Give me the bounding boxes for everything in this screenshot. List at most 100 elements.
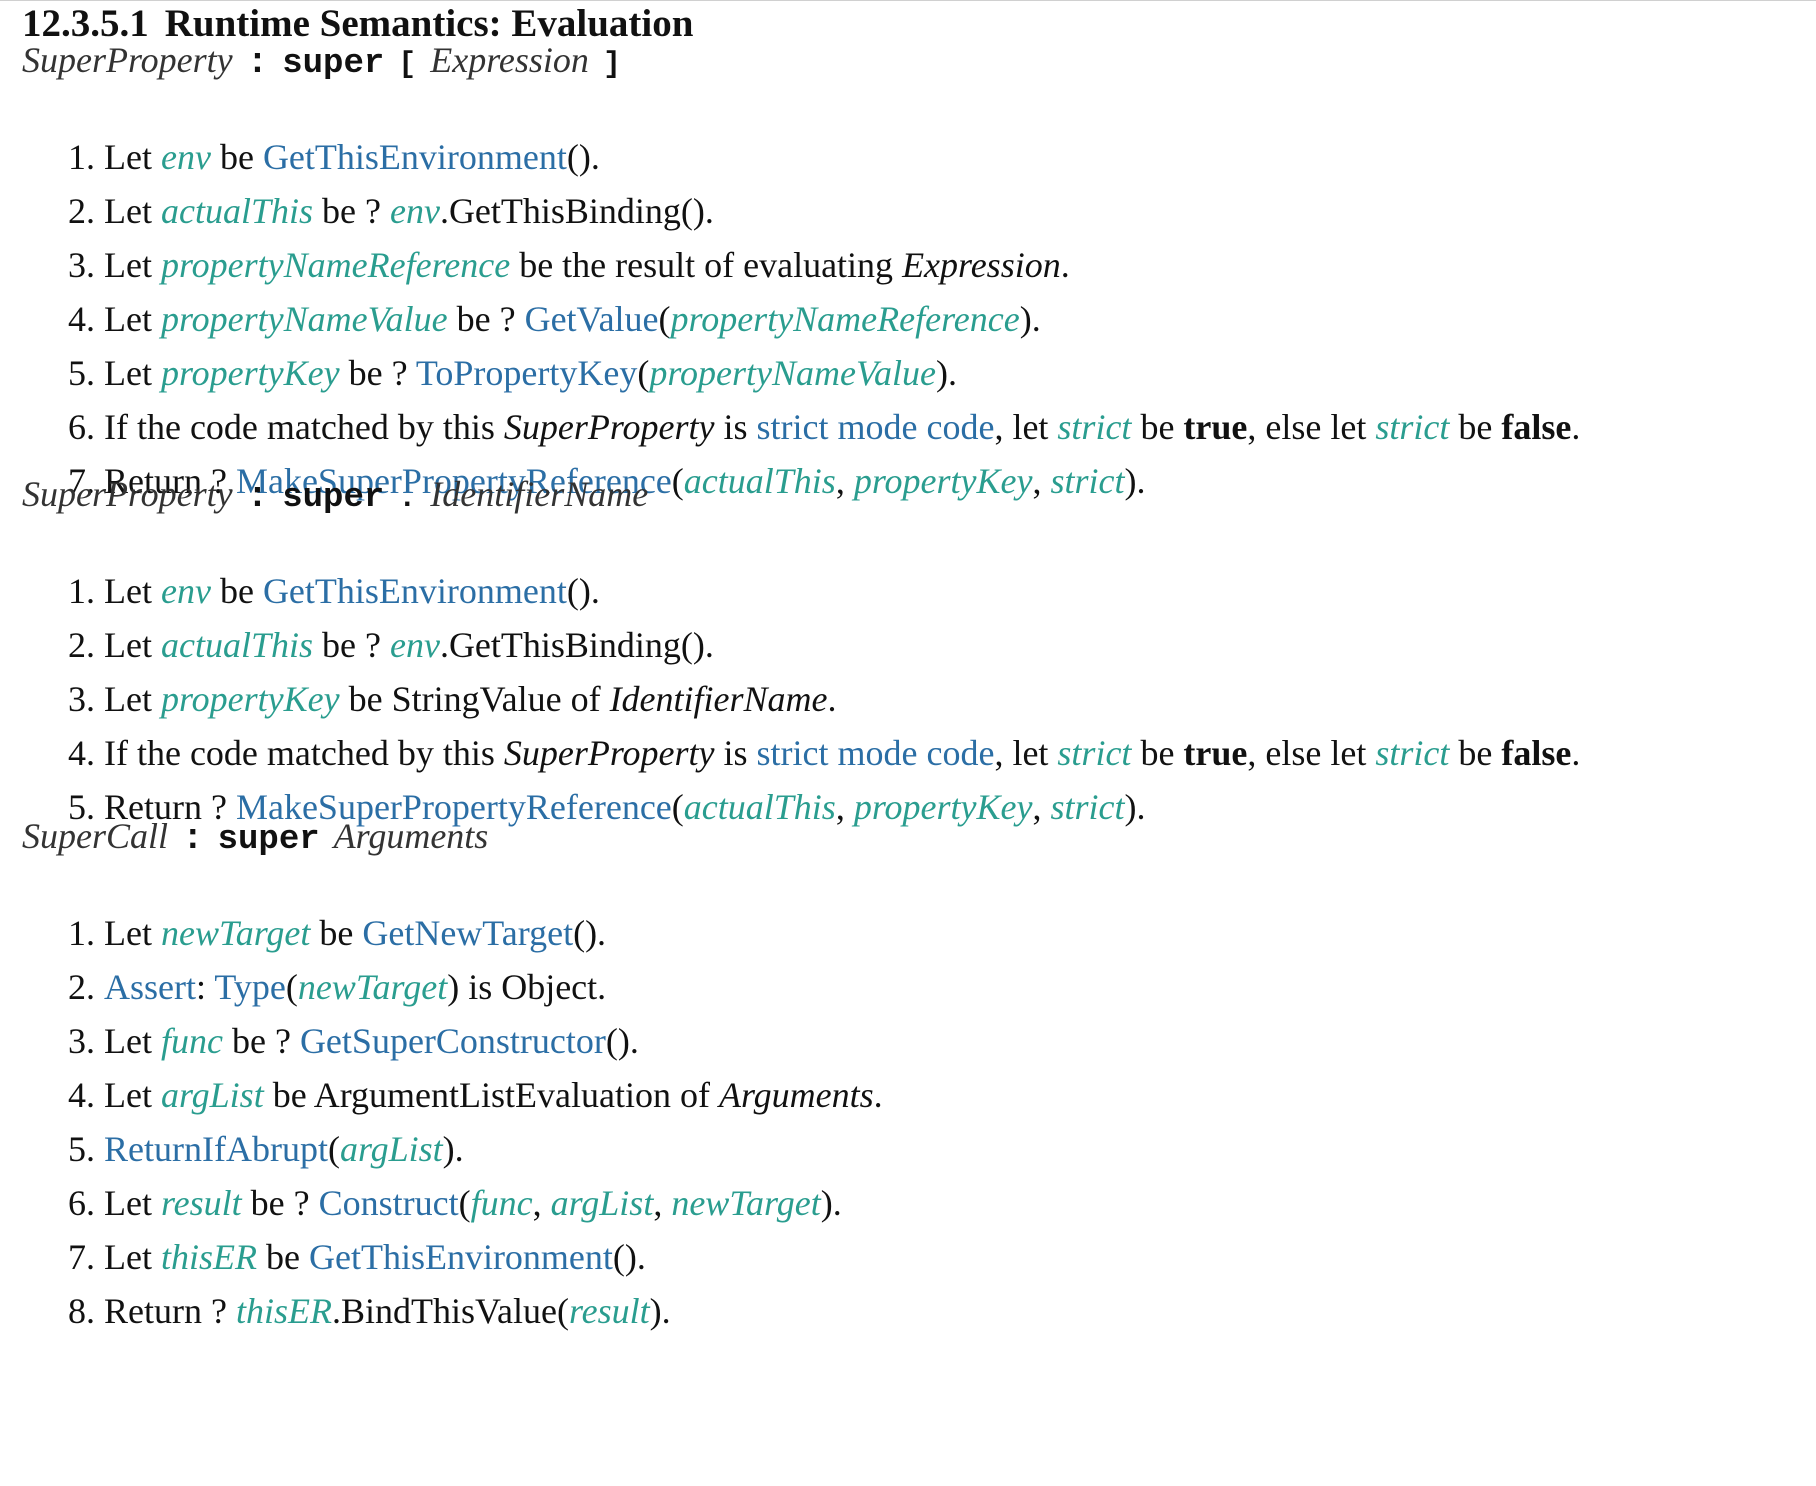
spec-link[interactable]: ReturnIfAbrupt	[104, 1129, 328, 1169]
step-text: :	[196, 967, 215, 1007]
step-body: Let actualThis be ? env.GetThisBinding()…	[104, 184, 714, 238]
step-text: be	[310, 913, 363, 953]
nonterminal-ref: SuperProperty	[503, 733, 715, 773]
algorithm-step: 3. Let propertyKey be StringValue of Iden…	[22, 672, 837, 726]
production-keyword: super	[282, 479, 385, 517]
step-body: Let propertyKey be StringValue of Identi…	[104, 672, 837, 726]
production-argument: Expression	[430, 40, 589, 80]
step-number: 2.	[68, 967, 95, 1007]
step-number: 2.	[68, 191, 95, 231]
spec-link[interactable]: Assert	[104, 967, 196, 1007]
spec-link[interactable]: GetThisEnvironment	[263, 137, 567, 177]
step-text: ).	[1124, 787, 1146, 827]
spec-link[interactable]: GetThisEnvironment	[263, 571, 567, 611]
step-text: , let	[994, 407, 1058, 447]
algorithm-steps: 1. Let env be GetThisEnvironment(). 2. Let …	[22, 564, 1580, 834]
step-body: Let func be ? GetSuperConstructor().	[104, 1014, 639, 1068]
variable: env	[389, 191, 440, 231]
variable: argList	[160, 1075, 264, 1115]
variable: propertyKey	[853, 461, 1033, 501]
step-text: .	[827, 679, 837, 719]
variable: newTarget	[297, 967, 448, 1007]
step-number: 3.	[68, 245, 95, 285]
variable: actualThis	[160, 625, 313, 665]
step-text: .	[873, 1075, 883, 1115]
algorithm-step: 5. Let propertyKey be ? ToPropertyKey(pro…	[22, 346, 957, 400]
production-header: SuperProperty: super. IdentifierName	[22, 472, 648, 521]
variable: argList	[550, 1183, 654, 1223]
step-text: ().	[612, 1237, 646, 1277]
step-text: Let	[104, 1183, 161, 1223]
step-text: ,	[835, 787, 854, 827]
step-text: Return ?	[104, 1291, 236, 1331]
step-text: be	[210, 571, 263, 611]
production-keyword: super	[217, 821, 320, 859]
literal-value: false	[1501, 407, 1572, 447]
step-text: Let	[104, 137, 161, 177]
variable: strict	[1057, 407, 1132, 447]
algorithm-step: 2. Assert: Type(newTarget) is Object.	[22, 960, 606, 1014]
variable: result	[568, 1291, 650, 1331]
step-text: ).	[935, 353, 957, 393]
step-body: Let propertyKey be ? ToPropertyKey(prope…	[104, 346, 957, 400]
step-text: be ?	[339, 353, 416, 393]
step-text: ,	[532, 1183, 551, 1223]
step-body: Assert: Type(newTarget) is Object.	[104, 960, 606, 1014]
algorithm-step: 7. Let thisER be GetThisEnvironment().	[22, 1230, 646, 1284]
step-body: Let thisER be GetThisEnvironment().	[104, 1230, 646, 1284]
spec-link[interactable]: GetSuperConstructor	[300, 1021, 606, 1061]
spec-link[interactable]: strict mode code	[757, 733, 995, 773]
spec-link[interactable]: Type	[214, 967, 285, 1007]
step-body: Let env be GetThisEnvironment().	[104, 130, 600, 184]
step-text: ).	[649, 1291, 671, 1331]
spec-link[interactable]: ToPropertyKey	[416, 353, 637, 393]
step-text: Let	[104, 1021, 161, 1061]
step-body: If the code matched by this SuperPropert…	[104, 726, 1580, 780]
algorithm-step: 1. Let env be GetThisEnvironment().	[22, 564, 600, 618]
step-number: 1.	[68, 137, 95, 177]
algorithm-step: 4. If the code matched by this SuperPrope…	[22, 726, 1580, 780]
step-text: ).	[1019, 299, 1041, 339]
step-text: be ?	[447, 299, 525, 339]
step-text: be ArgumentListEvaluation of	[263, 1075, 719, 1115]
step-text: ,	[653, 1183, 672, 1223]
step-text: ) is Object.	[447, 967, 607, 1007]
step-text: .	[1571, 407, 1581, 447]
spec-link[interactable]: Construct	[319, 1183, 459, 1223]
variable: strict	[1050, 461, 1125, 501]
variable: strict	[1375, 733, 1450, 773]
nonterminal-ref: SuperProperty	[503, 407, 715, 447]
step-text: (	[658, 299, 671, 339]
literal-value: false	[1501, 733, 1572, 773]
step-number: 5.	[68, 353, 95, 393]
spec-link[interactable]: strict mode code	[757, 407, 995, 447]
spec-link[interactable]: GetValue	[525, 299, 659, 339]
step-text: be	[1131, 407, 1184, 447]
step-body: Let env be GetThisEnvironment().	[104, 564, 600, 618]
variable: func	[160, 1021, 223, 1061]
step-text: (	[671, 787, 684, 827]
step-text: Let	[104, 353, 161, 393]
variable: strict	[1050, 787, 1125, 827]
step-text: .	[1060, 245, 1070, 285]
step-number: 3.	[68, 679, 95, 719]
step-text: be ?	[241, 1183, 319, 1223]
spec-link[interactable]: GetThisEnvironment	[309, 1237, 613, 1277]
literal-value: true	[1183, 733, 1248, 773]
variable: propertyKey	[853, 787, 1033, 827]
spec-link[interactable]: GetNewTarget	[362, 913, 573, 953]
nonterminal-ref: Arguments	[718, 1075, 874, 1115]
step-number: 7.	[68, 1237, 95, 1277]
step-text: ,	[835, 461, 854, 501]
production-argument: IdentifierName	[430, 474, 649, 514]
production-argument: Arguments	[333, 816, 489, 856]
algorithm-step: 8. Return ? thisER.BindThisValue(result).	[22, 1284, 671, 1338]
step-text: be	[1131, 733, 1184, 773]
production-punct-open: [	[398, 48, 417, 82]
step-text: .	[1571, 733, 1581, 773]
algorithm-step: 5. ReturnIfAbrupt(argList).	[22, 1122, 464, 1176]
step-number: 3.	[68, 1021, 95, 1061]
variable: env	[389, 625, 440, 665]
step-text: ).	[442, 1129, 464, 1169]
top-divider	[0, 0, 1816, 1]
